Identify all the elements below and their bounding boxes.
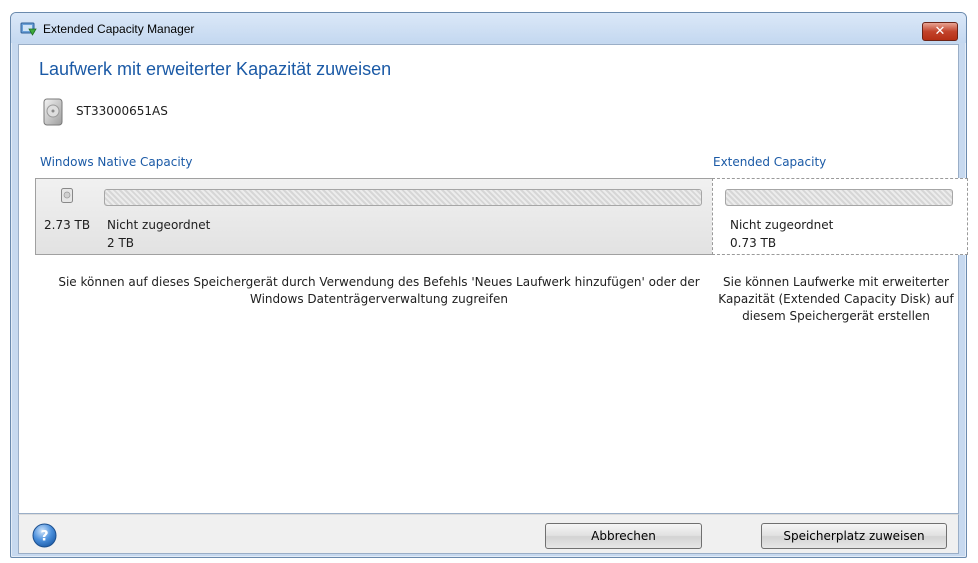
hard-disk-icon bbox=[43, 98, 63, 126]
disk-icon bbox=[61, 188, 73, 203]
extended-capacity-bar bbox=[725, 189, 953, 206]
dialog-window: Extended Capacity Manager ✕ Laufwerk mit… bbox=[10, 12, 968, 558]
extended-capacity-heading: Extended Capacity bbox=[713, 155, 827, 169]
dialog-content: Laufwerk mit erweiterter Kapazität zuwei… bbox=[18, 44, 968, 514]
extended-partition-label: Nicht zugeordnet bbox=[730, 218, 834, 232]
total-size: 2.73 TB bbox=[44, 218, 91, 232]
close-icon: ✕ bbox=[934, 24, 946, 39]
title-bar[interactable]: Extended Capacity Manager ✕ bbox=[11, 13, 966, 43]
assign-space-button[interactable]: Speicherplatz zuweisen bbox=[761, 523, 947, 549]
page-title: Laufwerk mit erweiterter Kapazität zuwei… bbox=[39, 59, 392, 79]
native-capacity-panel[interactable]: 2.73 TB Nicht zugeordnet 2 TB bbox=[35, 178, 712, 255]
native-capacity-heading: Windows Native Capacity bbox=[40, 155, 193, 169]
native-partition-label: Nicht zugeordnet bbox=[107, 218, 211, 232]
window-title: Extended Capacity Manager bbox=[43, 22, 195, 36]
extended-capacity-panel[interactable]: Nicht zugeordnet 0.73 TB bbox=[712, 178, 968, 255]
extended-partition-size: 0.73 TB bbox=[730, 236, 777, 250]
native-description: Sie können auf dieses Speichergerät durc… bbox=[58, 275, 700, 306]
native-capacity-bar bbox=[104, 189, 702, 206]
disk-name: ST33000651AS bbox=[76, 104, 168, 118]
button-bar: ? Abbrechen Speicherplatz zuweisen bbox=[18, 514, 959, 554]
cancel-button[interactable]: Abbrechen bbox=[545, 523, 702, 549]
app-icon bbox=[20, 22, 37, 36]
svg-text:?: ? bbox=[40, 529, 48, 545]
native-partition-size: 2 TB bbox=[107, 236, 135, 250]
close-button[interactable]: ✕ bbox=[922, 22, 958, 41]
extended-description: Sie können Laufwerke mit erweiterter Kap… bbox=[718, 275, 954, 323]
help-icon[interactable]: ? bbox=[32, 523, 57, 548]
